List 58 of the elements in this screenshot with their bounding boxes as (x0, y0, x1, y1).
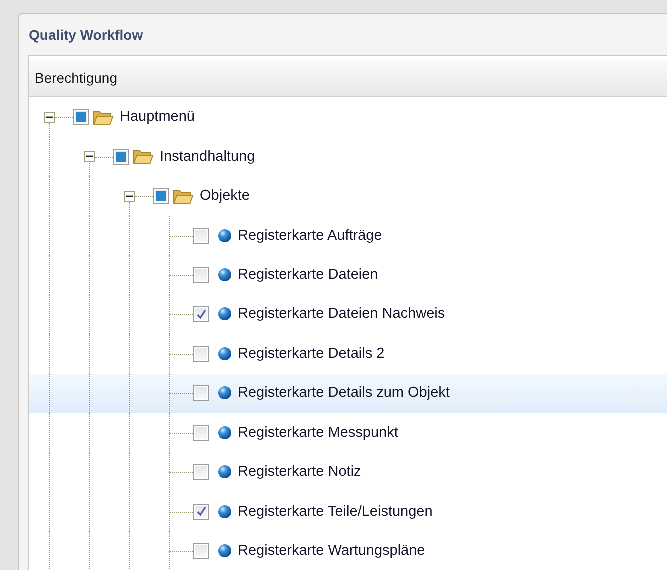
tree-row[interactable]: Registerkarte Dateien Nachweis (29, 294, 667, 334)
folder-icon (133, 148, 154, 166)
tree-label: Objekte (200, 188, 250, 204)
folder-icon (93, 108, 114, 126)
tree-row[interactable]: Registerkarte Dateien (29, 255, 667, 295)
checkbox[interactable] (193, 385, 209, 402)
dot-icon (218, 544, 232, 558)
dot-icon (218, 426, 232, 440)
tree-label: Instandhaltung (160, 148, 256, 165)
dot-icon (218, 228, 232, 243)
tree-row[interactable]: Registerkarte Details 2 (29, 334, 667, 374)
checkbox[interactable] (153, 188, 169, 204)
tree-label: Registerkarte Messpunkt (238, 424, 398, 441)
partial-square-icon (116, 152, 126, 162)
panel-header: Berechtigung (29, 59, 667, 98)
tree-row[interactable]: Instandhaltung (29, 136, 667, 176)
checkbox[interactable] (193, 228, 209, 244)
tree-label: Registerkarte Aufträge (238, 228, 382, 244)
dot-icon (218, 268, 232, 282)
tree-label: Registerkarte Dateien Nachweis (238, 306, 446, 322)
tree-label: Hauptmenü (120, 109, 195, 126)
tree-row[interactable]: Registerkarte Teile/Leistungen (29, 492, 667, 532)
tree-row[interactable]: Registerkarte Aufträge (29, 216, 667, 256)
check-icon (196, 506, 206, 518)
checkbox[interactable] (193, 424, 209, 441)
collapse-toggle[interactable] (44, 112, 55, 123)
tree-label: Registerkarte Teile/Leistungen (238, 504, 433, 520)
tree-row[interactable]: Registerkarte Messpunkt (29, 413, 667, 453)
partial-square-icon (76, 112, 86, 122)
dot-icon (218, 465, 232, 480)
tree-row[interactable]: Registerkarte Notiz (29, 452, 667, 492)
collapse-toggle[interactable] (84, 151, 95, 162)
window-title: Quality Workflow (28, 26, 144, 45)
tree-label: Registerkarte Wartungspläne (238, 543, 426, 560)
tree-label: Registerkarte Details zum Objekt (238, 385, 450, 402)
checkbox[interactable] (113, 148, 129, 165)
check-icon (196, 308, 206, 320)
tree-label: Registerkarte Details 2 (238, 346, 385, 362)
dot-icon (218, 386, 232, 400)
collapse-toggle[interactable] (124, 190, 135, 202)
checkbox[interactable] (73, 109, 89, 126)
tree-label: Registerkarte Notiz (238, 464, 362, 480)
partial-square-icon (156, 191, 166, 202)
tree-row[interactable]: Hauptmenü (29, 97, 667, 137)
checkbox[interactable] (193, 504, 209, 520)
checkbox[interactable] (193, 346, 209, 362)
tree-row[interactable]: Objekte (29, 176, 667, 216)
checkbox[interactable] (193, 464, 209, 480)
dot-icon (218, 307, 232, 322)
tree-label: Registerkarte Dateien (238, 267, 378, 284)
tree-row[interactable]: Registerkarte Details zum Objekt (29, 374, 667, 414)
checkbox[interactable] (193, 543, 209, 560)
checkbox[interactable] (193, 267, 209, 284)
checkbox[interactable] (193, 306, 209, 322)
dot-icon (218, 504, 232, 519)
tree-row[interactable]: Registerkarte Wartungspläne (29, 531, 667, 570)
dot-icon (218, 346, 232, 361)
folder-icon (173, 188, 194, 205)
